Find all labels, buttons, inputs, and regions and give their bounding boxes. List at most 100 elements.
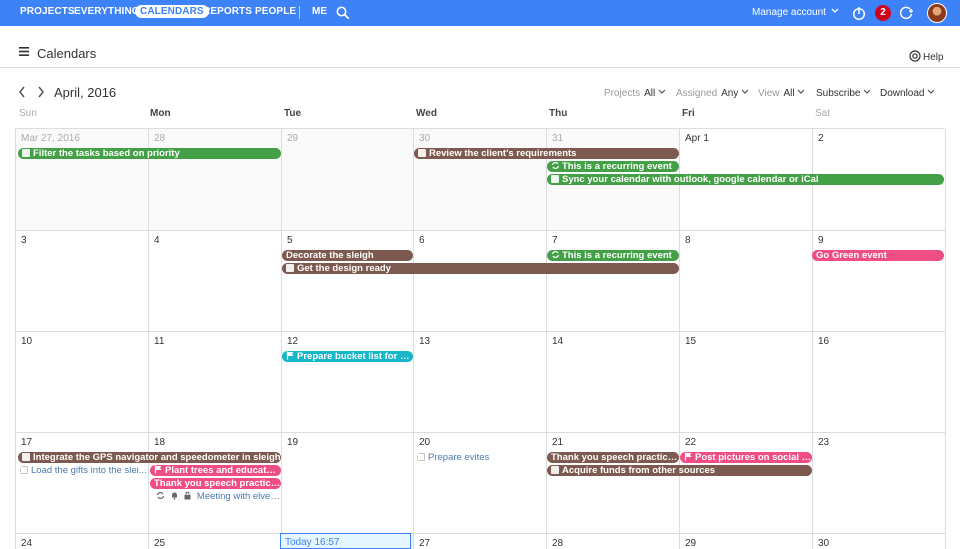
day-cell[interactable]: 24 xyxy=(16,534,149,549)
day-cell[interactable]: 23 xyxy=(813,433,946,534)
checkbox-icon[interactable] xyxy=(418,149,426,157)
checkbox-icon[interactable] xyxy=(551,175,559,183)
event-title: Thank you speech practice s... xyxy=(551,452,679,463)
event-bar[interactable]: Decorate the sleigh xyxy=(282,250,413,261)
event-bar[interactable]: Review the client's requirements xyxy=(414,148,679,159)
event-task[interactable]: Load the gifts into the slei... xyxy=(20,465,148,476)
previous-month-icon[interactable] xyxy=(18,86,26,98)
event-title: This is a recurring event xyxy=(562,161,672,172)
day-number: 6 xyxy=(419,235,425,246)
day-cell[interactable]: 9 xyxy=(813,231,946,332)
nav-people[interactable]: PEOPLE xyxy=(255,6,296,17)
day-cell[interactable]: 3 xyxy=(16,231,149,332)
day-number: 8 xyxy=(685,235,691,246)
day-cell[interactable]: 8 xyxy=(680,231,813,332)
day-cell[interactable]: 14 xyxy=(547,332,680,433)
day-cell[interactable]: 7 xyxy=(547,231,680,332)
timer-icon[interactable] xyxy=(851,5,867,21)
checkbox-icon[interactable] xyxy=(417,453,425,461)
event-title: Meeting with elves... xyxy=(196,491,281,502)
notification-badge[interactable]: 2 xyxy=(875,5,891,21)
manage-account-dropdown[interactable]: Manage account xyxy=(752,7,839,18)
event-bar[interactable]: Get the design ready xyxy=(282,263,679,274)
today-marker[interactable]: Today 16:57 xyxy=(280,533,411,549)
day-cell[interactable]: 6 xyxy=(414,231,547,332)
day-cell[interactable]: Mar 27, 2016 xyxy=(16,129,149,231)
day-cell[interactable]: 20 xyxy=(414,433,547,534)
nav-me[interactable]: ME xyxy=(312,6,327,17)
event-bar[interactable]: This is a recurring event xyxy=(547,250,679,261)
day-cell[interactable]: 25 xyxy=(149,534,282,549)
avatar[interactable] xyxy=(927,3,947,23)
event-bar[interactable]: Prepare bucket list for Sa... xyxy=(282,351,413,362)
view-filter[interactable]: View All xyxy=(758,88,805,99)
event-title: This is a recurring event xyxy=(562,250,672,261)
day-number: 15 xyxy=(685,336,697,347)
day-cell[interactable]: 28 xyxy=(547,534,680,549)
nav-projects[interactable]: PROJECTS xyxy=(20,6,75,17)
event-bar[interactable]: Sync your calendar with outlook, google … xyxy=(547,174,944,185)
event-bar[interactable]: Filter the tasks based on priority xyxy=(18,148,281,159)
day-cell[interactable]: 15 xyxy=(680,332,813,433)
checkbox-icon[interactable] xyxy=(22,453,30,461)
day-cell[interactable]: 30 xyxy=(414,129,547,231)
checkbox-icon[interactable] xyxy=(20,466,28,474)
day-cell[interactable]: 29 xyxy=(680,534,813,549)
dow-wed: Wed xyxy=(416,108,437,119)
day-cell[interactable]: 12 xyxy=(282,332,414,433)
nav-calendars[interactable]: CALENDARS xyxy=(135,5,209,18)
nav-everything[interactable]: EVERYTHING xyxy=(74,6,140,17)
event-bar[interactable]: Plant trees and educate c... xyxy=(150,465,281,476)
day-cell[interactable]: 29 xyxy=(282,129,414,231)
projects-filter[interactable]: Projects All xyxy=(604,88,666,99)
event-bar[interactable]: Go Green event xyxy=(812,250,944,261)
day-cell[interactable]: 28 xyxy=(149,129,282,231)
event-bar[interactable]: Integrate the GPS navigator and speedome… xyxy=(18,452,281,463)
day-number: 16 xyxy=(818,336,830,347)
day-cell[interactable]: 22 xyxy=(680,433,813,534)
assigned-filter-label: Assigned xyxy=(676,88,718,99)
add-circle-icon[interactable] xyxy=(898,5,914,21)
dow-mon: Mon xyxy=(150,108,171,119)
day-cell[interactable]: 30 xyxy=(813,534,946,549)
recurring-icon xyxy=(551,250,560,259)
day-cell[interactable]: 4 xyxy=(149,231,282,332)
event-task[interactable]: Prepare evites xyxy=(417,452,547,463)
day-number: 5 xyxy=(287,235,293,246)
subscribe-dropdown[interactable]: Subscribe xyxy=(816,88,871,99)
event-bar[interactable]: Thank you speech practice s... xyxy=(547,452,679,463)
event-title: Plant trees and educate c... xyxy=(165,465,281,476)
manage-account-label: Manage account xyxy=(752,7,826,18)
download-dropdown[interactable]: Download xyxy=(880,88,935,99)
day-cell[interactable]: 16 xyxy=(813,332,946,433)
next-month-icon[interactable] xyxy=(37,86,45,98)
day-number: 31 xyxy=(552,133,564,144)
search-icon[interactable] xyxy=(336,6,350,20)
event-bar[interactable]: Thank you speech practice s... xyxy=(150,478,281,489)
chevron-down-icon xyxy=(863,89,871,94)
day-number: 11 xyxy=(154,336,165,347)
nav-reports[interactable]: REPORTS xyxy=(203,6,252,17)
day-cell[interactable]: 19 xyxy=(282,433,414,534)
assigned-filter[interactable]: Assigned Any xyxy=(676,88,749,99)
day-cell[interactable]: 11 xyxy=(149,332,282,433)
day-cell[interactable]: 13 xyxy=(414,332,547,433)
checkbox-icon[interactable] xyxy=(22,149,30,157)
day-cell[interactable]: 5 xyxy=(282,231,414,332)
event-bar[interactable]: Acquire funds from other sources xyxy=(547,465,812,476)
day-cell[interactable]: 10 xyxy=(16,332,149,433)
chevron-down-icon xyxy=(797,89,805,94)
checkbox-icon[interactable] xyxy=(286,264,294,272)
help-button[interactable]: Help xyxy=(909,50,944,63)
event-bar[interactable]: Post pictures on social sit... xyxy=(680,452,812,463)
page-title: Calendars xyxy=(37,46,97,61)
projects-filter-label: Projects xyxy=(604,88,641,99)
day-number: 10 xyxy=(21,336,33,347)
hamburger-menu-icon[interactable] xyxy=(19,47,29,56)
checkbox-icon[interactable] xyxy=(551,466,559,474)
event-task[interactable]: Meeting with elves... xyxy=(156,491,281,502)
day-cell[interactable]: 21 xyxy=(547,433,680,534)
event-bar[interactable]: This is a recurring event xyxy=(547,161,679,172)
day-cell[interactable]: 27 xyxy=(414,534,547,549)
day-cell[interactable]: 17 xyxy=(16,433,149,534)
